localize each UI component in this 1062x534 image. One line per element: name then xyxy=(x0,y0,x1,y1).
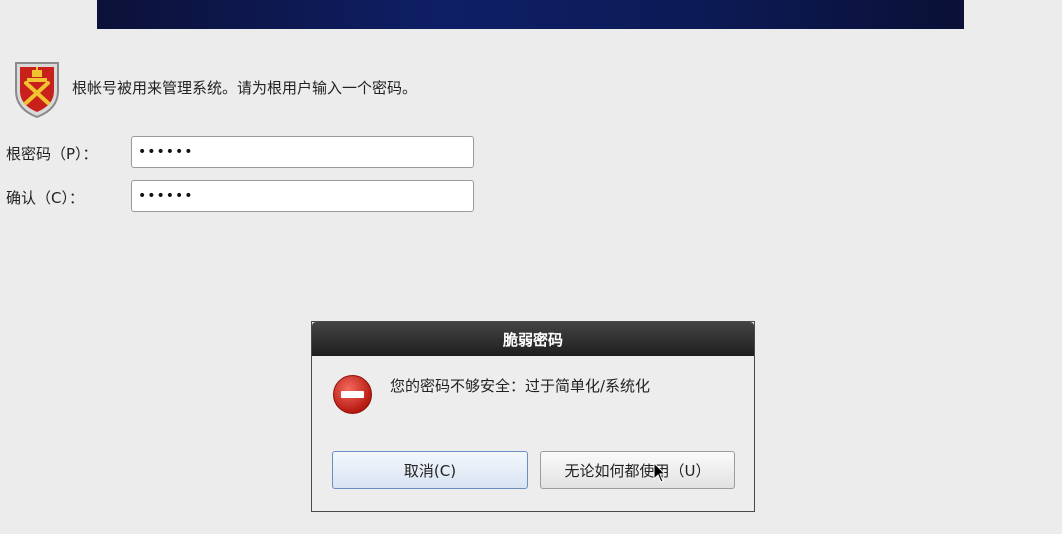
use-anyway-button[interactable]: 无论如何都使用（U） xyxy=(540,451,735,489)
dialog-title: 脆弱密码 xyxy=(312,322,754,356)
weak-password-dialog: 脆弱密码 您的密码不够安全：过于简单化/系统化 取消(C) 无论如何都使用（U） xyxy=(311,321,755,512)
error-icon xyxy=(332,374,373,415)
root-password-input[interactable] xyxy=(131,136,474,168)
intro-text: 根帐号被用来管理系统。请为根用户输入一个密码。 xyxy=(72,79,418,97)
cursor-icon xyxy=(653,461,667,484)
cancel-button[interactable]: 取消(C) xyxy=(332,451,528,489)
confirm-password-label: 确认（C）： xyxy=(6,189,84,207)
dialog-message: 您的密码不够安全：过于简单化/系统化 xyxy=(390,377,651,395)
confirm-password-input[interactable] xyxy=(131,180,474,212)
top-banner xyxy=(97,0,964,29)
root-password-label: 根密码（P）： xyxy=(6,145,98,163)
shield-icon xyxy=(12,57,62,119)
